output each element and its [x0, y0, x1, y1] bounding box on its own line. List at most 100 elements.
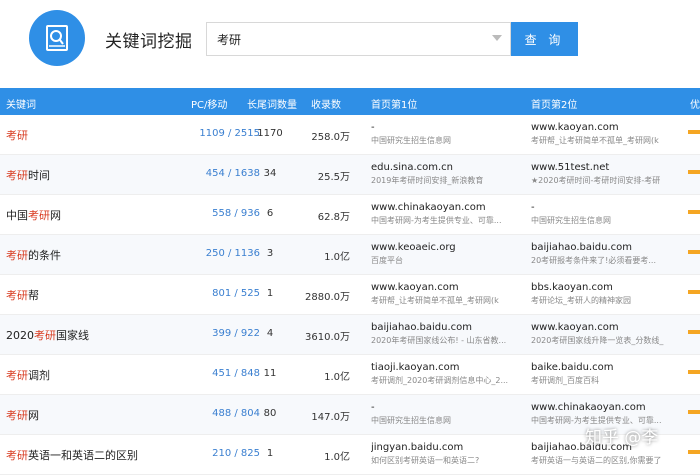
rank-1-cell[interactable]: baijiahao.baidu.com 2020年考研国家线公布! - 山东省教.… [371, 321, 523, 347]
table-row[interactable]: 考研 1109 / 2515 1170 258.0万 - 中国研究生招生信息网 www.ka… [0, 115, 700, 155]
col-rank-2[interactable]: 首页第2位 [531, 96, 577, 111]
rank-1-url[interactable]: edu.sina.com.cn [371, 161, 523, 175]
rank-1-url[interactable]: - [371, 121, 523, 135]
rank-2-url[interactable]: www.kaoyan.com [531, 121, 683, 135]
col-pc-mobile[interactable]: PC/移动 [191, 96, 227, 111]
keyword-cell[interactable]: 考研调剂 [6, 367, 50, 383]
rank-2-desc: 2020考研国家线升降一览表_分数线_ [531, 336, 664, 345]
rank-1-url[interactable]: tiaoji.kaoyan.com [371, 361, 523, 375]
rank-1-url[interactable]: www.keoaeic.org [371, 241, 523, 255]
rank-2-cell[interactable]: www.kaoyan.com 考研帮_让考研简单不孤单_考研网(k [531, 121, 683, 147]
longtail-count: 4 [266, 328, 274, 339]
search-box[interactable] [206, 22, 511, 56]
rank-1-desc: 考研调剂_2020考研调剂信息中心_2... [371, 376, 509, 385]
keyword-cell[interactable]: 考研英语一和英语二的区别 [6, 447, 138, 463]
rank-1-cell[interactable]: - 中国研究生招生信息网 [371, 401, 523, 427]
rank-2-desc: 中国研究生招生信息网 [531, 216, 611, 225]
rank-1-url[interactable]: baijiahao.baidu.com [371, 321, 523, 335]
rank-2-url[interactable]: - [531, 201, 683, 215]
indexed-count: 1.0亿 [324, 252, 350, 263]
search-input[interactable] [207, 23, 487, 55]
longtail-count: 1 [266, 448, 274, 459]
keyword-cell[interactable]: 考研网 [6, 407, 39, 423]
rank-2-url[interactable]: baike.baidu.com [531, 361, 683, 375]
rank-1-url[interactable]: - [371, 401, 523, 415]
rank-bar [688, 330, 700, 334]
indexed-count: 258.0万 [311, 132, 350, 143]
rank-1-desc: 中国研究生招生信息网 [371, 136, 451, 145]
rank-1-desc: 2020年考研国家线公布! - 山东省教... [371, 336, 507, 345]
rank-2-cell[interactable]: baijiahao.baidu.com 20考研报考条件来了!必须看要考... [531, 241, 683, 267]
rank-1-cell[interactable]: - 中国研究生招生信息网 [371, 121, 523, 147]
rank-1-url[interactable]: www.chinakaoyan.com [371, 201, 523, 215]
pc-mobile-value[interactable]: 1109 / 2515 [150, 128, 260, 139]
table-row[interactable]: 2020考研国家线 399 / 922 4 3610.0万 baijiahao.baid… [0, 315, 700, 355]
longtail-count: 80 [263, 408, 277, 419]
rank-2-cell[interactable]: bbs.kaoyan.com 考研论坛_考研人的精神家园 [531, 281, 683, 307]
search-button[interactable]: 查 询 [511, 22, 578, 56]
rank-1-cell[interactable]: jingyan.baidu.com 如何区别考研英语一和英语二? [371, 441, 523, 467]
rank-2-cell[interactable]: - 中国研究生招生信息网 [531, 201, 683, 227]
col-more[interactable]: 优 [690, 96, 700, 111]
pc-mobile-value[interactable]: 399 / 922 [150, 328, 260, 339]
table-row[interactable]: 中国考研网 558 / 936 6 62.8万 www.chinakaoyan.com 中… [0, 195, 700, 235]
rank-2-url[interactable]: www.chinakaoyan.com [531, 401, 683, 415]
longtail-count: 1 [266, 288, 274, 299]
indexed-count: 1.0亿 [324, 452, 350, 463]
rank-1-cell[interactable]: www.keoaeic.org 百度平台 [371, 241, 523, 267]
rank-bar [688, 170, 700, 174]
col-indexed[interactable]: 收录数 [311, 96, 341, 111]
rank-1-cell[interactable]: www.chinakaoyan.com 中国考研网-为考生提供专业、可靠... [371, 201, 523, 227]
keyword-highlight: 考研 [6, 409, 28, 422]
pc-mobile-value[interactable]: 454 / 1638 [150, 168, 260, 179]
table-row[interactable]: 考研调剂 451 / 848 11 1.0亿 tiaoji.kaoyan.com 考研调剂… [0, 355, 700, 395]
chevron-down-icon[interactable] [492, 35, 502, 41]
pc-mobile-value[interactable]: 488 / 804 [150, 408, 260, 419]
rank-1-cell[interactable]: edu.sina.com.cn 2019年考研时间安排_新浪教育 [371, 161, 523, 187]
keyword-suffix: 调剂 [28, 369, 50, 382]
keyword-prefix: 2020 [6, 329, 34, 342]
keyword-cell[interactable]: 考研帮 [6, 287, 39, 303]
table-row[interactable]: 考研的条件 250 / 1136 3 1.0亿 www.keoaeic.org 百度平台 b… [0, 235, 700, 275]
rank-2-desc: 考研英语一与英语二的区别,你需要了 [531, 456, 662, 465]
rank-bar [688, 290, 700, 294]
rank-1-desc: 考研帮_让考研简单不孤单_考研网(k [371, 296, 499, 305]
keyword-cell[interactable]: 2020考研国家线 [6, 327, 89, 343]
indexed-count: 1.0亿 [324, 372, 350, 383]
pc-mobile-value[interactable]: 801 / 525 [150, 288, 260, 299]
rank-2-cell[interactable]: baike.baidu.com 考研调剂_百度百科 [531, 361, 683, 387]
rank-2-url[interactable]: www.kaoyan.com [531, 321, 683, 335]
keyword-highlight: 考研 [34, 329, 56, 342]
rank-1-cell[interactable]: www.kaoyan.com 考研帮_让考研简单不孤单_考研网(k [371, 281, 523, 307]
col-longtail[interactable]: 长尾词数量 [247, 96, 297, 111]
rank-2-cell[interactable]: www.kaoyan.com 2020考研国家线升降一览表_分数线_ [531, 321, 683, 347]
rank-2-url[interactable]: bbs.kaoyan.com [531, 281, 683, 295]
rank-1-url[interactable]: jingyan.baidu.com [371, 441, 523, 455]
pc-mobile-value[interactable]: 250 / 1136 [150, 248, 260, 259]
rank-1-desc: 中国研究生招生信息网 [371, 416, 451, 425]
rank-1-desc: 中国考研网-为考生提供专业、可靠... [371, 216, 502, 225]
pc-mobile-value[interactable]: 210 / 825 [150, 448, 260, 459]
rank-bar [688, 410, 700, 414]
rank-bar [688, 130, 700, 134]
keyword-highlight: 考研 [6, 169, 28, 182]
pc-mobile-value[interactable]: 558 / 936 [150, 208, 260, 219]
col-rank-1[interactable]: 首页第1位 [371, 96, 417, 111]
rank-2-url[interactable]: baijiahao.baidu.com [531, 241, 683, 255]
rank-1-cell[interactable]: tiaoji.kaoyan.com 考研调剂_2020考研调剂信息中心_2... [371, 361, 523, 387]
keyword-cell[interactable]: 考研的条件 [6, 247, 61, 263]
col-keyword[interactable]: 关键词 [6, 96, 36, 111]
keyword-highlight: 考研 [6, 289, 28, 302]
watermark: 知乎 @李 [585, 428, 659, 448]
table-row[interactable]: 考研时间 454 / 1638 34 25.5万 edu.sina.com.cn 2019… [0, 155, 700, 195]
keyword-cell[interactable]: 考研时间 [6, 167, 50, 183]
keyword-cell[interactable]: 考研 [6, 127, 28, 143]
rank-1-url[interactable]: www.kaoyan.com [371, 281, 523, 295]
longtail-count: 11 [263, 368, 277, 379]
rank-2-cell[interactable]: www.51test.net ★2020考研时间-考研时间安排-考研 [531, 161, 683, 187]
keyword-cell[interactable]: 中国考研网 [6, 207, 61, 223]
table-row[interactable]: 考研帮 801 / 525 1 2880.0万 www.kaoyan.com 考研帮_让考… [0, 275, 700, 315]
keyword-suffix: 帮 [28, 289, 39, 302]
rank-2-url[interactable]: www.51test.net [531, 161, 683, 175]
pc-mobile-value[interactable]: 451 / 848 [150, 368, 260, 379]
